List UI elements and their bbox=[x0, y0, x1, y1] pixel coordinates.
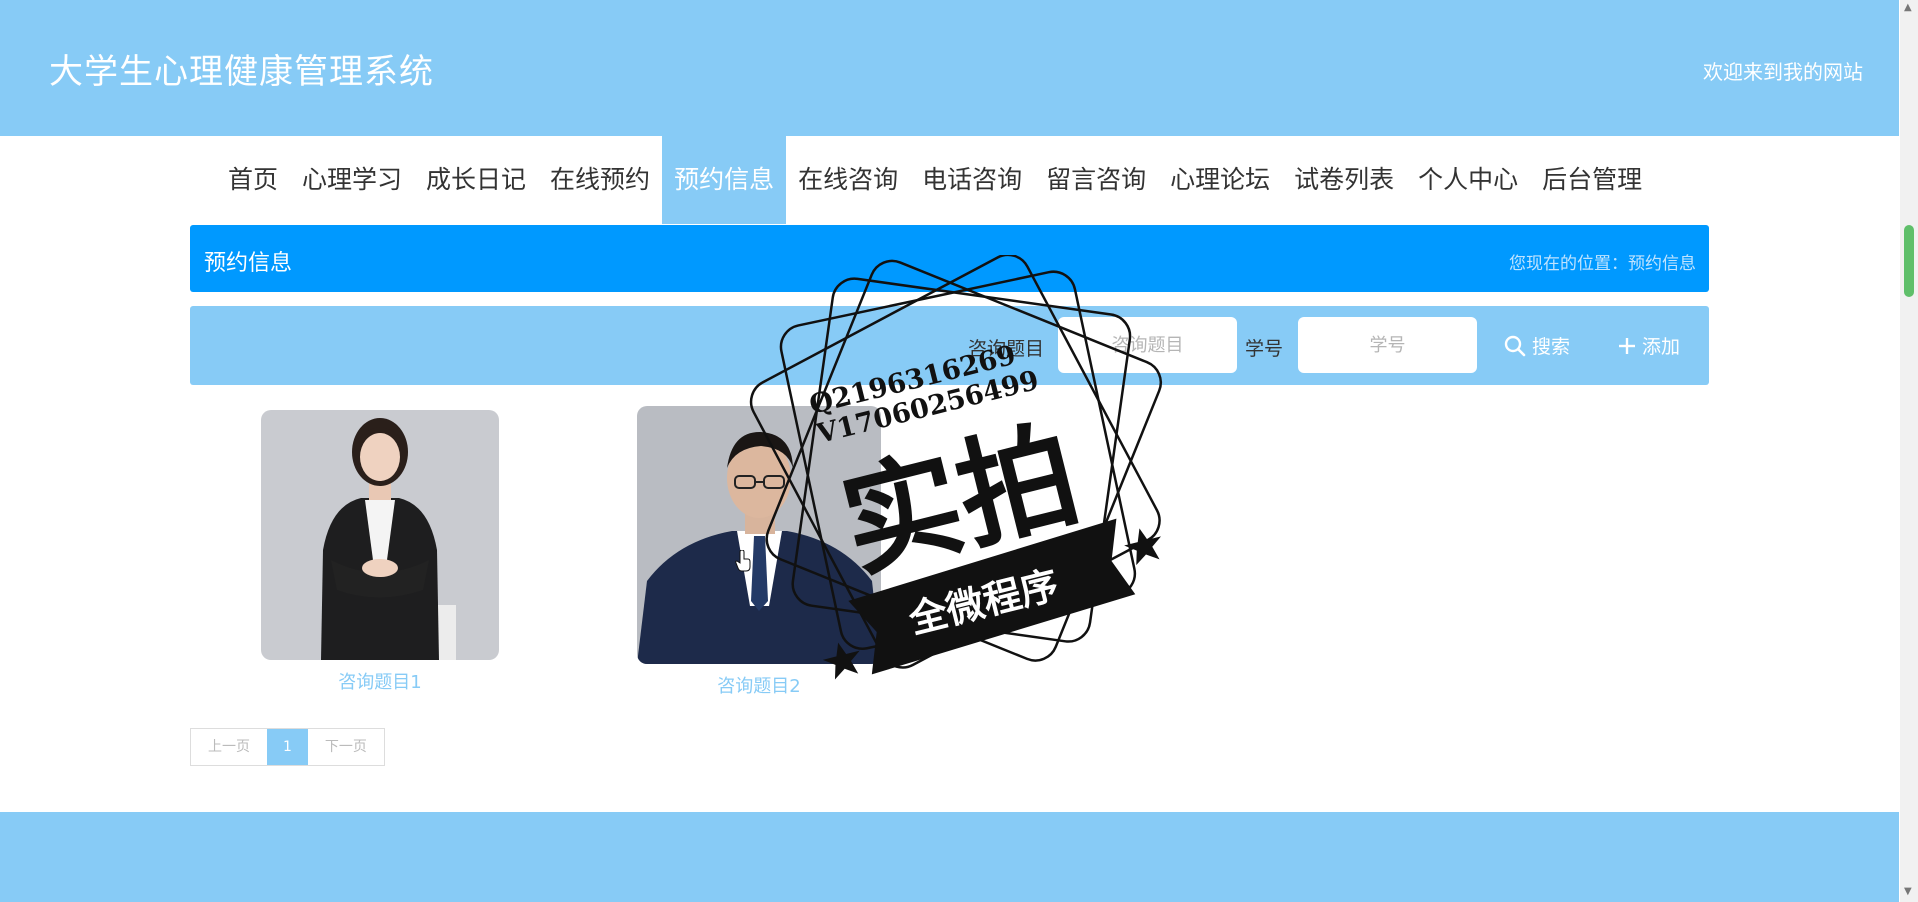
nav-item-exam-list[interactable]: 试卷列表 bbox=[1282, 136, 1406, 224]
search-icon bbox=[1504, 335, 1526, 356]
search-button[interactable]: 搜索 bbox=[1504, 332, 1570, 359]
nav-item-online-booking[interactable]: 在线预约 bbox=[538, 136, 662, 224]
scroll-up-arrow-icon[interactable]: ▲ bbox=[1904, 2, 1912, 13]
watermark-banner-text: 全微程序 bbox=[904, 562, 1063, 642]
card-photo-man[interactable] bbox=[637, 406, 881, 664]
scrollbar-thumb[interactable] bbox=[1904, 225, 1914, 297]
card-photo-woman[interactable] bbox=[261, 410, 499, 660]
add-button[interactable]: 添加 bbox=[1618, 332, 1680, 359]
nav-item-psych-learning[interactable]: 心理学习 bbox=[290, 136, 414, 224]
search-button-label: 搜索 bbox=[1532, 336, 1571, 358]
plus-icon bbox=[1619, 337, 1635, 354]
student-id-label: 学号 bbox=[1245, 338, 1284, 360]
booking-card[interactable]: 咨询题目1 bbox=[261, 410, 499, 694]
nav-item-phone-consult[interactable]: 电话咨询 bbox=[910, 136, 1034, 224]
nav-item-admin[interactable]: 后台管理 bbox=[1530, 136, 1654, 224]
prev-page-button[interactable]: 上一页 bbox=[191, 729, 267, 765]
pagination: 上一页 1 下一页 bbox=[190, 728, 385, 766]
student-id-input[interactable] bbox=[1298, 317, 1477, 373]
site-title: 大学生心理健康管理系统 bbox=[49, 52, 434, 92]
nav-item-forum[interactable]: 心理论坛 bbox=[1158, 136, 1282, 224]
next-page-button[interactable]: 下一页 bbox=[308, 729, 384, 765]
nav-item-growth-diary[interactable]: 成长日记 bbox=[414, 136, 538, 224]
nav-item-message-consult[interactable]: 留言咨询 bbox=[1034, 136, 1158, 224]
card-label[interactable]: 咨询题目2 bbox=[637, 672, 881, 698]
nav-item-home[interactable]: 首页 bbox=[216, 136, 290, 224]
site-footer bbox=[0, 812, 1899, 902]
woman-photo-image bbox=[261, 410, 499, 660]
scroll-down-arrow-icon[interactable]: ▼ bbox=[1904, 886, 1912, 897]
topic-search-input[interactable] bbox=[1058, 317, 1237, 373]
main-nav: 首页 心理学习 成长日记 在线预约 预约信息 在线咨询 电话咨询 留言咨询 心理… bbox=[216, 136, 1654, 224]
search-bar: 咨询题目 学号 搜索 添加 bbox=[190, 306, 1709, 385]
site-header: 大学生心理健康管理系统 欢迎来到我的网站 bbox=[0, 0, 1899, 136]
welcome-text: 欢迎来到我的网站 bbox=[1703, 60, 1863, 84]
topic-label: 咨询题目 bbox=[968, 338, 1045, 360]
hand-cursor-icon bbox=[735, 550, 751, 572]
vertical-scrollbar[interactable]: ▲ ▼ bbox=[1900, 0, 1918, 902]
man-photo-image bbox=[637, 406, 881, 664]
card-label[interactable]: 咨询题目1 bbox=[261, 668, 499, 694]
page-title-bar: 预约信息 您现在的位置：预约信息 bbox=[190, 225, 1709, 292]
nav-item-personal-center[interactable]: 个人中心 bbox=[1406, 136, 1530, 224]
nav-item-booking-info[interactable]: 预约信息 bbox=[662, 136, 787, 224]
add-button-label: 添加 bbox=[1642, 336, 1681, 358]
page-title: 预约信息 bbox=[204, 251, 293, 276]
booking-card[interactable]: 咨询题目2 bbox=[637, 406, 881, 698]
nav-item-online-consult[interactable]: 在线咨询 bbox=[786, 136, 910, 224]
breadcrumb: 您现在的位置：预约信息 bbox=[1509, 254, 1696, 274]
current-page[interactable]: 1 bbox=[267, 729, 308, 765]
